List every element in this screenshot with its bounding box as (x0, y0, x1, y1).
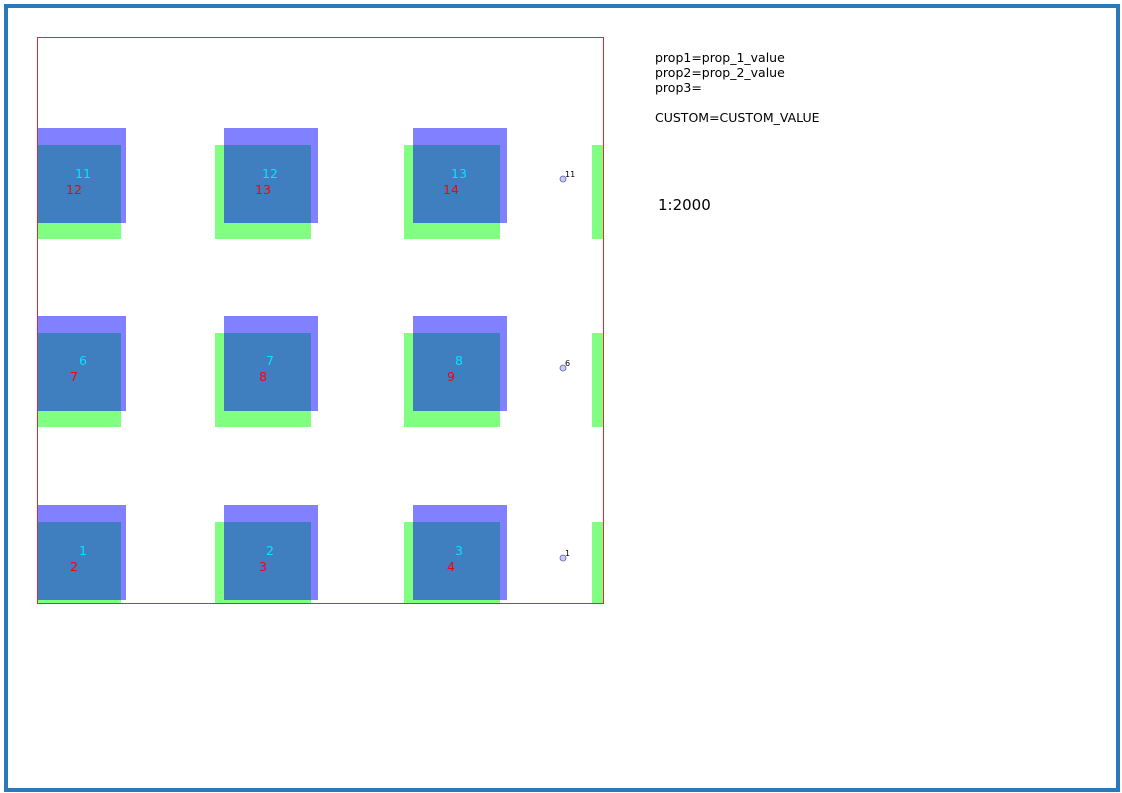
blue-feature-label: 12 (262, 166, 278, 181)
red-feature-label: 13 (255, 182, 271, 197)
overlap-square (37, 522, 121, 600)
custom-text: CUSTOM=CUSTOM_VALUE (655, 110, 820, 125)
blue-feature-label: 3 (455, 543, 463, 558)
red-feature-label: 9 (447, 369, 455, 384)
red-feature-label: 3 (259, 559, 267, 574)
blue-feature-label: 6 (79, 353, 87, 368)
red-feature-label: 8 (259, 369, 267, 384)
prop2-text: prop2=prop_2_value (655, 65, 785, 80)
green-square[interactable] (592, 333, 604, 427)
red-feature-label: 14 (443, 182, 459, 197)
blue-feature-label: 8 (455, 353, 463, 368)
point-label: 11 (565, 170, 575, 179)
blue-feature-label: 2 (266, 543, 274, 558)
red-feature-label: 7 (70, 369, 78, 384)
red-feature-label: 12 (66, 182, 82, 197)
blue-feature-label: 7 (266, 353, 274, 368)
map-frame[interactable]: 11 12 12 13 13 14 11 6 7 7 8 8 9 6 1 2 2 3 3 4 1 (37, 37, 604, 603)
prop3-text: prop3= (655, 80, 702, 95)
scale-text: 1:2000 (658, 196, 711, 214)
overlap-square (37, 333, 121, 411)
map-canvas[interactable]: 1112121313141167788961223341 (37, 37, 604, 603)
blue-feature-label: 1 (79, 543, 87, 558)
red-feature-label: 4 (447, 559, 455, 574)
prop1-text: prop1=prop_1_value (655, 50, 785, 65)
blue-feature-label: 11 (75, 166, 91, 181)
overlap-square (224, 522, 311, 600)
overlap-square (224, 333, 311, 411)
point-label: 6 (565, 359, 570, 368)
red-feature-label: 2 (70, 559, 78, 574)
point-label: 1 (565, 549, 570, 558)
green-square[interactable] (592, 522, 604, 603)
properties-legend: prop1=prop_1_value prop2=prop_2_value pr… (655, 50, 820, 125)
blue-feature-label: 13 (451, 166, 467, 181)
green-square[interactable] (592, 145, 604, 239)
overlap-square (413, 522, 500, 600)
overlap-square (413, 333, 500, 411)
